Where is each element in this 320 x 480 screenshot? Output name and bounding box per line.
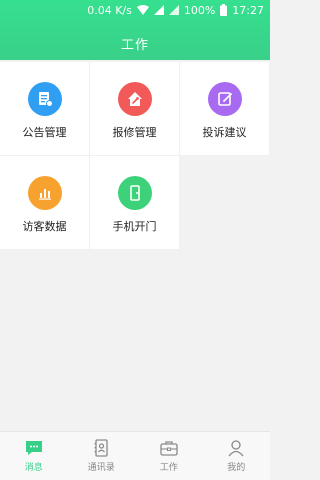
signal-icon [153, 5, 164, 15]
battery-percent: 100% [183, 3, 216, 17]
work-grid: 公告管理 报修管理 投诉建议 访客数据 手机开门 [0, 62, 270, 250]
tile-label: 手机开门 [112, 220, 157, 233]
nav-label: 我的 [227, 463, 246, 473]
status-bar: 0.04 K/s 100% 17:27 [0, 0, 270, 20]
tile-visitor[interactable]: 访客数据 [0, 156, 90, 250]
tile-label: 公告管理 [22, 126, 67, 139]
nav-item-work[interactable]: 工作 [135, 432, 203, 480]
briefcase-icon [160, 441, 178, 456]
nav-label: 工作 [159, 463, 178, 473]
nav-item-messages[interactable]: 消息 [0, 432, 68, 480]
door-open-icon [117, 176, 152, 210]
network-speed: 0.04 K/s [87, 3, 132, 17]
page-title: 工作 [120, 38, 149, 53]
signal-icon-2 [168, 5, 179, 15]
visitor-chart-icon [27, 176, 62, 210]
message-icon [25, 441, 42, 455]
screen: 0.04 K/s 100% 17:27 工作 公告管理 报修管理 投诉建议 访客… [0, 0, 270, 480]
bottom-nav: 消息 通讯录 工作 我的 [0, 431, 270, 480]
battery-icon [220, 4, 228, 16]
tile-label: 报修管理 [112, 126, 157, 139]
contacts-icon [94, 439, 108, 457]
tile-label: 投诉建议 [202, 126, 247, 139]
complaint-edit-icon [207, 82, 242, 116]
tile-label: 访客数据 [22, 220, 67, 233]
repair-home-icon [117, 82, 152, 116]
profile-icon [228, 440, 244, 457]
tile-complaint[interactable]: 投诉建议 [180, 62, 270, 156]
announcement-icon [27, 82, 62, 116]
nav-item-contacts[interactable]: 通讯录 [68, 432, 136, 480]
tile-announcement[interactable]: 公告管理 [0, 62, 90, 156]
empty-slot [180, 156, 270, 250]
app-header: 0.04 K/s 100% 17:27 工作 [0, 0, 270, 60]
nav-label: 消息 [24, 463, 43, 473]
nav-label: 通讯录 [87, 463, 115, 473]
nav-item-profile[interactable]: 我的 [203, 432, 271, 480]
tile-repair[interactable]: 报修管理 [90, 62, 180, 156]
tile-door-open[interactable]: 手机开门 [90, 156, 180, 250]
wifi-icon [136, 5, 149, 15]
clock: 17:27 [232, 3, 264, 17]
